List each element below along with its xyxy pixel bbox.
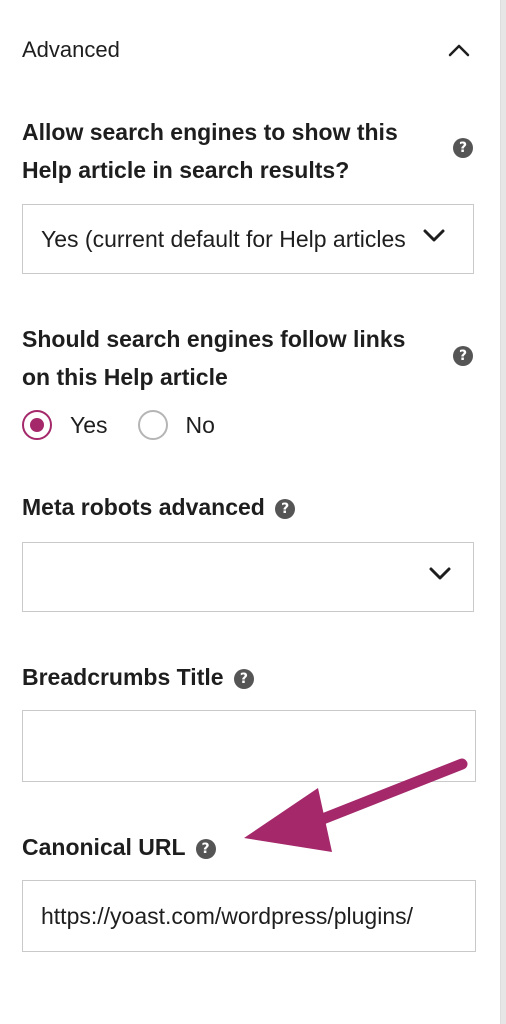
canonical-url-label: Canonical URL ? (22, 828, 216, 866)
annotation-arrow (244, 758, 468, 852)
canonical-url-input[interactable]: https://yoast.com/wordpress/plugins/ (22, 880, 476, 952)
advanced-panel-header[interactable]: Advanced (22, 30, 474, 70)
breadcrumbs-title-label-text: Breadcrumbs Title (22, 664, 224, 690)
search-visibility-label-line1: Allow search engines to show this (22, 119, 398, 145)
help-icon[interactable]: ? (453, 346, 473, 366)
meta-robots-select[interactable] (22, 542, 474, 612)
chevron-down-icon (423, 229, 445, 248)
help-icon[interactable]: ? (195, 839, 216, 859)
radio-yes[interactable] (22, 410, 52, 440)
help-icon[interactable]: ? (453, 138, 473, 158)
meta-robots-label: Meta robots advanced ? (22, 488, 296, 526)
follow-links-label-line1: Should search engines follow links (22, 326, 406, 352)
radio-no-label[interactable]: No (186, 412, 215, 439)
panel-right-border (500, 0, 506, 1024)
chevron-up-icon[interactable] (444, 35, 474, 65)
help-icon[interactable]: ? (275, 499, 296, 519)
follow-links-label: Should search engines follow links on th… (22, 320, 405, 396)
search-visibility-label-line2: Help article in search results? (22, 157, 350, 183)
panel-title: Advanced (22, 37, 120, 62)
canonical-url-label-text: Canonical URL (22, 834, 186, 860)
radio-no[interactable] (137, 410, 168, 440)
breadcrumbs-title-label: Breadcrumbs Title ? (22, 658, 254, 696)
meta-robots-label-text: Meta robots advanced (22, 494, 265, 520)
radio-yes-label[interactable]: Yes (70, 412, 108, 439)
search-visibility-label: Allow search engines to show this Help a… (22, 113, 398, 189)
chevron-down-icon (429, 567, 451, 586)
follow-links-label-line2: on this Help article (22, 364, 228, 390)
help-icon[interactable]: ? (233, 669, 254, 689)
search-visibility-value: Yes (current default for Help articles) (41, 225, 406, 252)
search-visibility-select[interactable]: Yes (current default for Help articles) (22, 204, 474, 274)
canonical-url-value: https://yoast.com/wordpress/plugins/ (41, 902, 413, 929)
follow-links-radio-group: Yes No (22, 410, 245, 440)
